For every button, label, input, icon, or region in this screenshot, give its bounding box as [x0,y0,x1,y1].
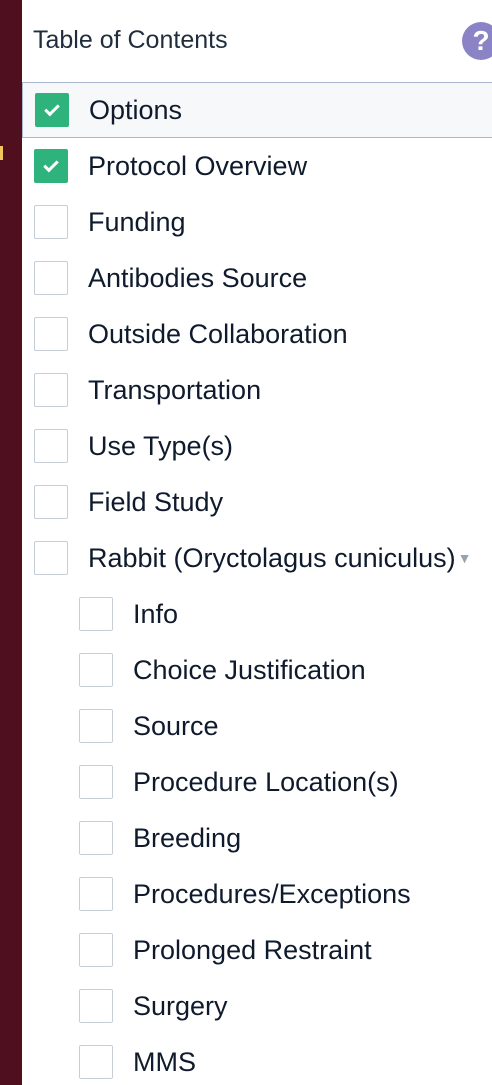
toc-items: Options Protocol Overview Funding Antibodie… [22,82,492,1085]
unchecked-checkbox[interactable] [34,429,68,463]
toc-item-mms[interactable]: MMS [22,1034,492,1085]
toc-item-label: Choice Justification [133,654,366,685]
unchecked-checkbox[interactable] [34,485,68,519]
unchecked-checkbox[interactable] [79,765,113,799]
toc-item-antibodies-source[interactable]: Antibodies Source [22,250,492,306]
toc-item-label: Surgery [133,990,228,1021]
toc-item-funding[interactable]: Funding [22,194,492,250]
toc-title: Table of Contents [33,26,228,54]
unchecked-checkbox[interactable] [79,653,113,687]
toc-item-label: Prolonged Restraint [133,934,372,965]
unchecked-checkbox[interactable] [34,373,68,407]
toc-item-label: Transportation [88,374,262,405]
toc-item-label: Field Study [88,486,224,517]
toc-item-label: Procedure Location(s) [133,766,399,797]
unchecked-checkbox[interactable] [79,989,113,1023]
unchecked-checkbox[interactable] [34,205,68,239]
toc-item-label: Outside Collaboration [88,318,348,349]
toc-item-label: Antibodies Source [88,262,308,293]
toc-item-label: Procedures/Exceptions [133,878,411,909]
unchecked-checkbox[interactable] [34,317,68,351]
toc-item-procedures-exceptions[interactable]: Procedures/Exceptions [22,866,492,922]
toc-item-label: MMS [133,1046,196,1077]
help-icon[interactable]: ? [462,22,492,60]
toc-item-label: Source [133,710,219,741]
unchecked-checkbox[interactable] [79,597,113,631]
toc-item-label: Info [133,598,179,629]
toc-item-protocol-overview[interactable]: Protocol Overview [22,138,492,194]
toc-item-label: Breeding [133,822,242,853]
unchecked-checkbox[interactable] [79,933,113,967]
toc-header: Table of Contents ? [22,0,492,80]
toc-item-transportation[interactable]: Transportation [22,362,492,418]
toc-item-use-type-s[interactable]: Use Type(s) [22,418,492,474]
checked-checkbox[interactable] [35,93,69,127]
toc-item-outside-collaboration[interactable]: Outside Collaboration [22,306,492,362]
toc-item-label: Funding [88,206,186,237]
checkmark-icon [44,100,60,117]
table-of-contents-panel: Table of Contents ? Options Protocol Over… [22,0,492,1085]
left-accent [0,146,3,160]
checkmark-icon [43,156,59,173]
toc-item-field-study[interactable]: Field Study [22,474,492,530]
page-background: Table of Contents ? Options Protocol Over… [0,0,492,1085]
toc-item-label: Use Type(s) [88,430,234,461]
toc-item-label: Rabbit (Oryctolagus cuniculus) [88,542,456,573]
unchecked-checkbox[interactable] [34,541,68,575]
caret-down-icon[interactable]: ▼ [458,551,472,565]
toc-item-source[interactable]: Source [22,698,492,754]
toc-item-prolonged-restraint[interactable]: Prolonged Restraint [22,922,492,978]
toc-item-surgery[interactable]: Surgery [22,978,492,1034]
toc-item-info[interactable]: Info [22,586,492,642]
unchecked-checkbox[interactable] [79,709,113,743]
checked-checkbox[interactable] [34,149,68,183]
toc-item-label: Protocol Overview [88,150,308,181]
unchecked-checkbox[interactable] [34,261,68,295]
toc-item-rabbit-oryctolagus-cuniculus[interactable]: Rabbit (Oryctolagus cuniculus) ▼ [22,530,492,586]
unchecked-checkbox[interactable] [79,1045,113,1079]
unchecked-checkbox[interactable] [79,877,113,911]
toc-item-choice-justification[interactable]: Choice Justification [22,642,492,698]
toc-item-procedure-location-s[interactable]: Procedure Location(s) [22,754,492,810]
toc-item-breeding[interactable]: Breeding [22,810,492,866]
unchecked-checkbox[interactable] [79,821,113,855]
toc-item-options[interactable]: Options [22,82,492,138]
toc-item-label: Options [89,94,183,125]
